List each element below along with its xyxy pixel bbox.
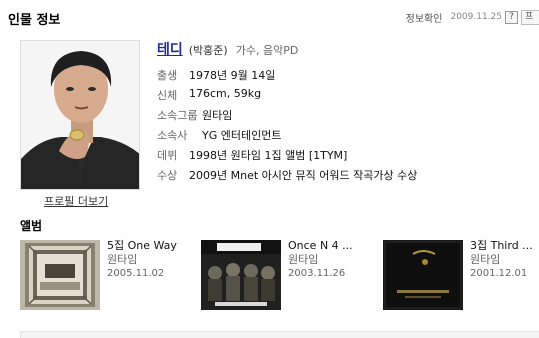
album-artist: 원타임 (470, 253, 501, 266)
info-value: 176cm, 59kg (189, 87, 262, 100)
album-info: 3집 Third ... 원타임 2001.12.01 (470, 239, 539, 280)
info-value: 원타임 (202, 109, 233, 122)
help-icon[interactable]: ? (505, 10, 518, 24)
header-tools: 정보확인 2009.11.25 ? 프 (406, 9, 539, 25)
album-cover[interactable] (201, 240, 281, 310)
info-label: 데뷔 (157, 149, 178, 162)
album-date: 2003.11.26 (288, 268, 346, 279)
info-value: 2009년 Mnet 아시안 뮤직 어워드 작곡가상 수상 (189, 169, 418, 182)
section-title: 인물 정보 (8, 13, 61, 28)
album-cover[interactable] (20, 240, 100, 310)
person-name-link[interactable]: 테디 (157, 39, 183, 59)
album-info: 5집 One Way 원타임 2005.11.02 (107, 239, 187, 280)
bottom-panel-edge (20, 331, 539, 338)
album-title[interactable]: Once N 4 ... (288, 239, 368, 252)
album-date: 2005.11.02 (107, 268, 165, 279)
info-label: 소속사 (157, 129, 188, 142)
update-date: 2009.11.25 (450, 12, 502, 22)
verify-info-link[interactable]: 정보확인 (406, 10, 443, 25)
info-value: 1978년 9월 14일 (189, 69, 276, 82)
album-cover-art (20, 240, 100, 310)
profile-photo-image (21, 41, 139, 189)
info-label: 소속그룹 (157, 109, 198, 122)
info-label: 수상 (157, 169, 178, 182)
album-cover-art (201, 240, 281, 310)
info-value: 1998년 원타임 1집 앨범 [1TYM] (189, 149, 348, 162)
album-cover[interactable] (383, 240, 463, 310)
album-artist: 원타임 (107, 253, 138, 266)
album-cover-art (383, 240, 463, 310)
info-label: 출생 (157, 69, 178, 82)
album-title[interactable]: 5집 One Way (107, 239, 187, 252)
section-header: 인물 정보 정보확인 2009.11.25 ? 프 (0, 0, 539, 32)
occupation: 가수, 음악PD (235, 44, 299, 57)
album-title[interactable]: 3집 Third ... (470, 239, 539, 252)
album-date: 2001.12.01 (470, 268, 528, 279)
info-label: 신체 (157, 89, 178, 102)
profile-name-line: 테디 (박홍준) 가수, 음악PD (157, 39, 298, 59)
album-heading: 앨범 (20, 219, 43, 233)
profile-more-link[interactable]: 프로필 더보기 (44, 193, 108, 209)
album-info: Once N 4 ... 원타임 2003.11.26 (288, 239, 368, 280)
real-name: (박홍준) (188, 44, 228, 57)
info-value: YG 엔터테인먼트 (202, 129, 282, 142)
profile-photo[interactable] (20, 40, 140, 190)
album-artist: 원타임 (288, 253, 319, 266)
next-tab-button[interactable]: 프 (521, 9, 539, 25)
